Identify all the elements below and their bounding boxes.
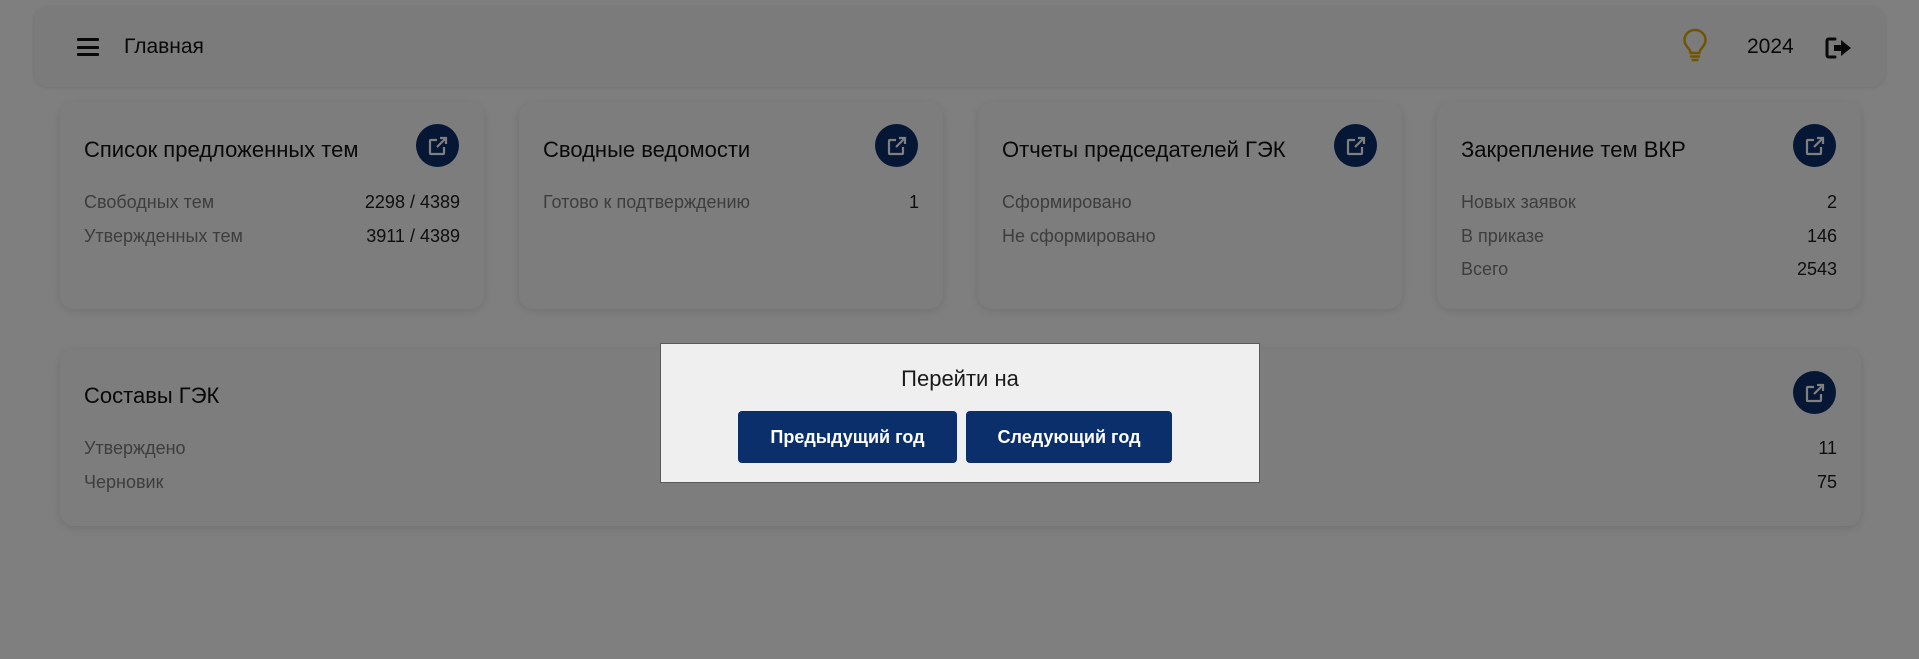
- next-year-button[interactable]: Следующий год: [966, 411, 1172, 463]
- dialog-title: Перейти на: [901, 366, 1019, 391]
- modal-backdrop[interactable]: [0, 0, 1919, 659]
- year-navigation-dialog: Перейти на Предыдущий год Следующий год: [660, 343, 1260, 483]
- previous-year-button[interactable]: Предыдущий год: [738, 411, 957, 463]
